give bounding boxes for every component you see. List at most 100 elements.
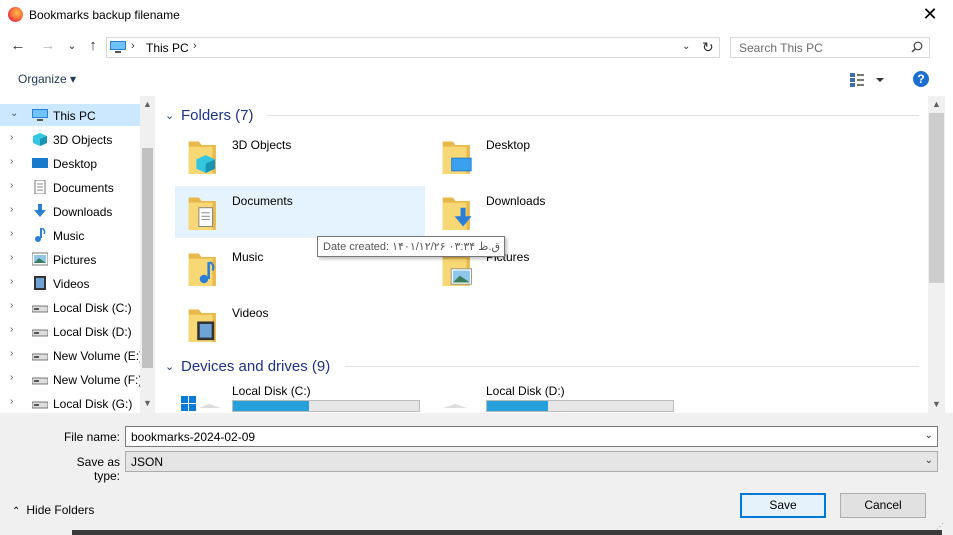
scrollbar-thumb[interactable] [929, 113, 944, 283]
drive-icon [32, 377, 48, 385]
save-button[interactable]: Save [740, 493, 826, 518]
folder-icon [188, 141, 216, 174]
change-view-button[interactable] [850, 72, 890, 88]
chevron-right-icon[interactable]: › [10, 396, 13, 407]
breadcrumb-separator[interactable]: › [131, 40, 135, 52]
search-icon[interactable] [911, 41, 923, 53]
download-icon [34, 204, 46, 217]
sidebar-item-this-pc[interactable]: ⌄ This PC [0, 104, 140, 126]
drive-local-disk-d[interactable]: Local Disk (D:) [429, 384, 679, 413]
forward-button[interactable]: → [38, 36, 58, 56]
sidebar-item-label: Videos [53, 277, 90, 291]
sidebar-item-new-volume-f[interactable]: › New Volume (F:) [0, 368, 142, 390]
chevron-right-icon[interactable]: › [10, 252, 13, 263]
scroll-down-arrow[interactable]: ▼ [143, 398, 152, 408]
chevron-right-icon[interactable]: › [10, 180, 13, 191]
sidebar-item-label: 3D Objects [53, 133, 113, 147]
folder-videos[interactable]: Videos [175, 298, 425, 350]
windows-drive-icon [181, 396, 221, 411]
save-type-dropdown-icon[interactable]: ⌄ [925, 455, 933, 466]
navigation-pane: ⌄ This PC › 3D Objects › Desktop › Documents › Do… [0, 96, 155, 413]
computer-icon [32, 109, 48, 121]
title-bar: Bookmarks backup filename ✕ [0, 0, 953, 30]
navigation-pane-scrollbar[interactable]: ▲ ▼ [140, 96, 155, 413]
sidebar-item-documents[interactable]: › Documents [0, 176, 140, 198]
help-button[interactable]: ? [913, 71, 929, 87]
filename-label: File name: [63, 430, 120, 444]
chevron-right-icon[interactable]: › [10, 276, 13, 287]
window-title: Bookmarks backup filename [29, 8, 180, 22]
sidebar-item-desktop[interactable]: › Desktop [0, 152, 140, 174]
filename-dropdown-icon[interactable]: ⌄ [925, 430, 933, 441]
close-button[interactable]: ✕ [916, 0, 944, 30]
sidebar-item-pictures[interactable]: › Pictures [0, 248, 140, 270]
sidebar-item-3d-objects[interactable]: › 3D Objects [0, 128, 140, 150]
chevron-right-icon[interactable]: › [10, 324, 13, 335]
chevron-right-icon[interactable]: › [10, 228, 13, 239]
folder-icon [442, 197, 472, 230]
sidebar-item-label: Pictures [53, 253, 97, 267]
folder-3d-objects[interactable]: 3D Objects [175, 130, 425, 182]
sidebar-item-videos[interactable]: › Videos [0, 272, 140, 294]
file-list-scrollbar[interactable]: ▲ ▼ [928, 96, 945, 413]
collapse-chevron-icon[interactable]: ⌄ [165, 360, 174, 373]
sidebar-item-label: This PC [53, 109, 96, 123]
chevron-right-icon[interactable]: › [10, 300, 13, 311]
desktop-icon [32, 158, 48, 168]
drive-icon [32, 401, 48, 409]
folders-group-header[interactable]: ⌄ Folders (7) [165, 105, 925, 127]
devices-group-header[interactable]: ⌄ Devices and drives (9) [165, 356, 925, 378]
breadcrumb-separator[interactable]: › [193, 40, 197, 52]
folder-name: Music [232, 250, 264, 264]
folder-downloads[interactable]: Downloads [429, 186, 679, 238]
background-taskbar [72, 530, 942, 535]
recent-locations-button[interactable]: ⌄ [62, 36, 82, 56]
sidebar-item-downloads[interactable]: › Downloads [0, 200, 140, 222]
sidebar-item-local-disk-g[interactable]: › Local Disk (G:) [0, 392, 140, 413]
scroll-up-arrow[interactable]: ▲ [143, 99, 152, 109]
picture-icon [32, 252, 48, 266]
cancel-button[interactable]: Cancel [840, 493, 926, 518]
folder-desktop[interactable]: Desktop [429, 130, 679, 182]
folder-name: Documents [232, 194, 293, 208]
chevron-right-icon[interactable]: › [10, 156, 13, 167]
chevron-right-icon[interactable]: › [10, 348, 13, 359]
address-bar[interactable]: › This PC › ⌄ ↻ [106, 37, 720, 58]
address-dropdown-button[interactable]: ⌄ [682, 41, 690, 52]
sidebar-item-local-disk-d[interactable]: › Local Disk (D:) [0, 320, 140, 342]
save-type-label: Save as type: [76, 455, 120, 483]
folder-documents[interactable]: Documents [175, 186, 425, 238]
sidebar-item-new-volume-e[interactable]: › New Volume (E:) [0, 344, 143, 366]
organize-button[interactable]: Organize ▾ [18, 72, 76, 86]
refresh-button[interactable]: ↻ [702, 39, 714, 56]
search-input[interactable]: Search This PC [730, 37, 930, 58]
sidebar-item-label: Local Disk (C:) [53, 301, 132, 315]
hide-folders-button[interactable]: ⌃ Hide Folders [12, 503, 94, 517]
sidebar-item-label: Desktop [53, 157, 98, 171]
chevron-right-icon[interactable]: › [10, 372, 13, 383]
search-placeholder: Search This PC [739, 41, 823, 55]
save-type-value[interactable]: JSON [131, 455, 163, 469]
collapse-chevron-icon[interactable]: ⌄ [165, 109, 174, 122]
sidebar-item-label: Local Disk (G:) [53, 397, 133, 411]
divider [267, 115, 919, 116]
drive-usage-fill [233, 401, 310, 411]
breadcrumb-this-pc[interactable]: This PC [146, 41, 189, 55]
sidebar-item-music[interactable]: › Music [0, 224, 140, 246]
filename-value[interactable]: bookmarks-2024-02-09 [131, 430, 255, 444]
scroll-down-arrow[interactable]: ▼ [932, 399, 941, 409]
save-type-select[interactable]: JSON ⌄ [125, 451, 938, 472]
chevron-down-icon[interactable]: ⌄ [10, 108, 18, 119]
up-button[interactable]: ↑ [83, 36, 103, 56]
back-button[interactable]: ← [8, 36, 28, 56]
chevron-right-icon[interactable]: › [10, 132, 13, 143]
chevron-right-icon[interactable]: › [10, 204, 13, 215]
scrollbar-thumb[interactable] [142, 148, 153, 368]
sidebar-item-local-disk-c[interactable]: › Local Disk (C:) [0, 296, 140, 318]
sidebar-item-label: Documents [53, 181, 114, 195]
drive-local-disk-c[interactable]: Local Disk (C:) [175, 384, 425, 413]
resize-grip-icon[interactable]: ⋰ [936, 522, 946, 532]
chevron-up-icon: ⌃ [12, 506, 21, 517]
filename-field[interactable]: bookmarks-2024-02-09 ⌄ [125, 426, 938, 447]
scroll-up-arrow[interactable]: ▲ [932, 99, 941, 109]
